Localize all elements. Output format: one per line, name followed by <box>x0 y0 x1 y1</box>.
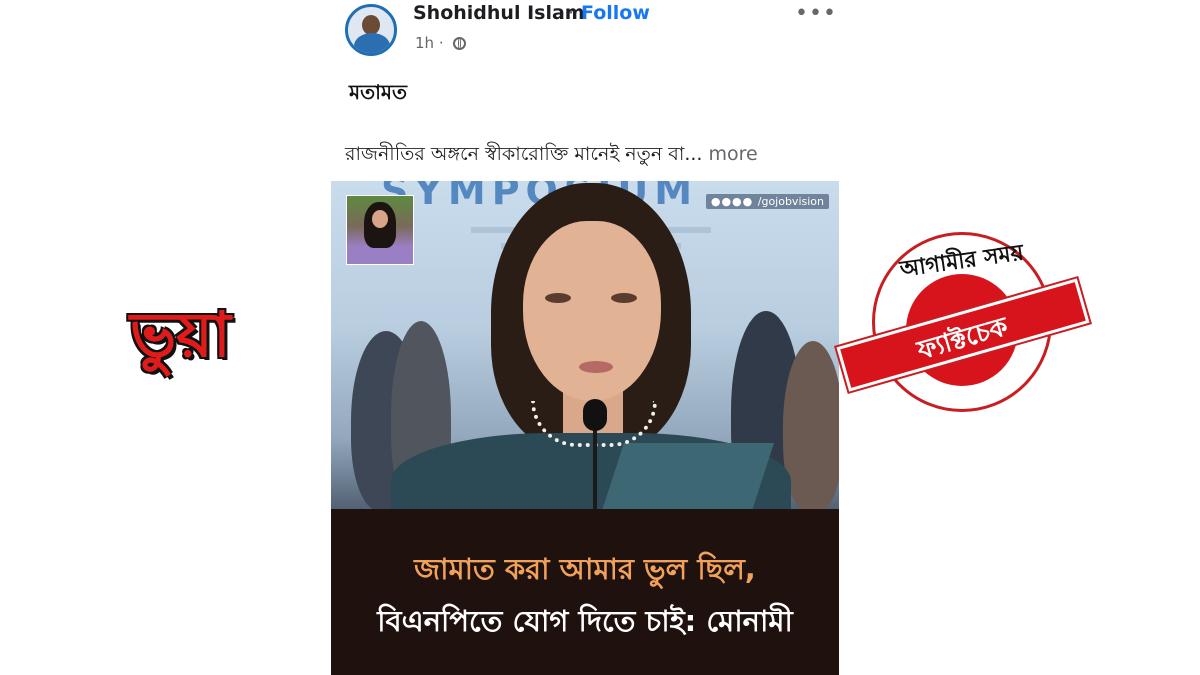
speaker-eye <box>611 293 637 303</box>
post-category: মতামত <box>349 80 408 104</box>
speaker-lips <box>579 361 613 373</box>
more-options-icon[interactable]: ••• <box>795 3 837 25</box>
post-photo[interactable]: SYMPOSIUM ●●●● /gojobvision জামাত করা আম… <box>331 181 839 675</box>
source-watermark: ●●●● /gojobvision <box>705 194 829 209</box>
speaker-face <box>523 221 661 401</box>
caption-line-2: বিএনপিতে যোগ দিতে চাই: মোনামী <box>377 604 793 638</box>
post-header: Shohidhul Islam · Follow 1h · ••• <box>331 0 839 62</box>
speaker-eye <box>545 293 571 303</box>
inset-photo <box>346 195 414 265</box>
caption-line-1: জামাত করা আমার ভুল ছিল, <box>414 552 756 586</box>
watermark-handle: /gojobvision <box>757 195 824 208</box>
avatar-body <box>354 33 390 53</box>
social-icons: ●●●● <box>710 195 758 208</box>
background-person <box>783 341 839 511</box>
globe-icon <box>453 37 466 50</box>
post-time[interactable]: 1h · <box>415 34 444 52</box>
post-text-content: রাজনীতির অঙ্গনে স্বীকারোক্তি মানেই নতুন … <box>345 143 703 165</box>
inset-person-face <box>372 210 388 228</box>
avatar-face <box>362 15 380 35</box>
follow-button[interactable]: Follow <box>581 2 650 24</box>
see-more-link[interactable]: more <box>709 143 758 165</box>
avatar[interactable] <box>345 4 397 56</box>
fake-verdict-label: ভুয়া <box>130 298 231 371</box>
facebook-post: Shohidhul Islam · Follow 1h · ••• মতামত … <box>331 0 839 675</box>
microphone-icon <box>583 399 607 431</box>
post-text: রাজনীতির অঙ্গনে স্বীকারোক্তি মানেই নতুন … <box>345 140 758 172</box>
author-name[interactable]: Shohidhul Islam <box>413 2 585 24</box>
header-separator: · <box>568 2 575 24</box>
factcheck-stamp: আগামীর সময় ফ্যাক্টচেক <box>836 232 1090 412</box>
